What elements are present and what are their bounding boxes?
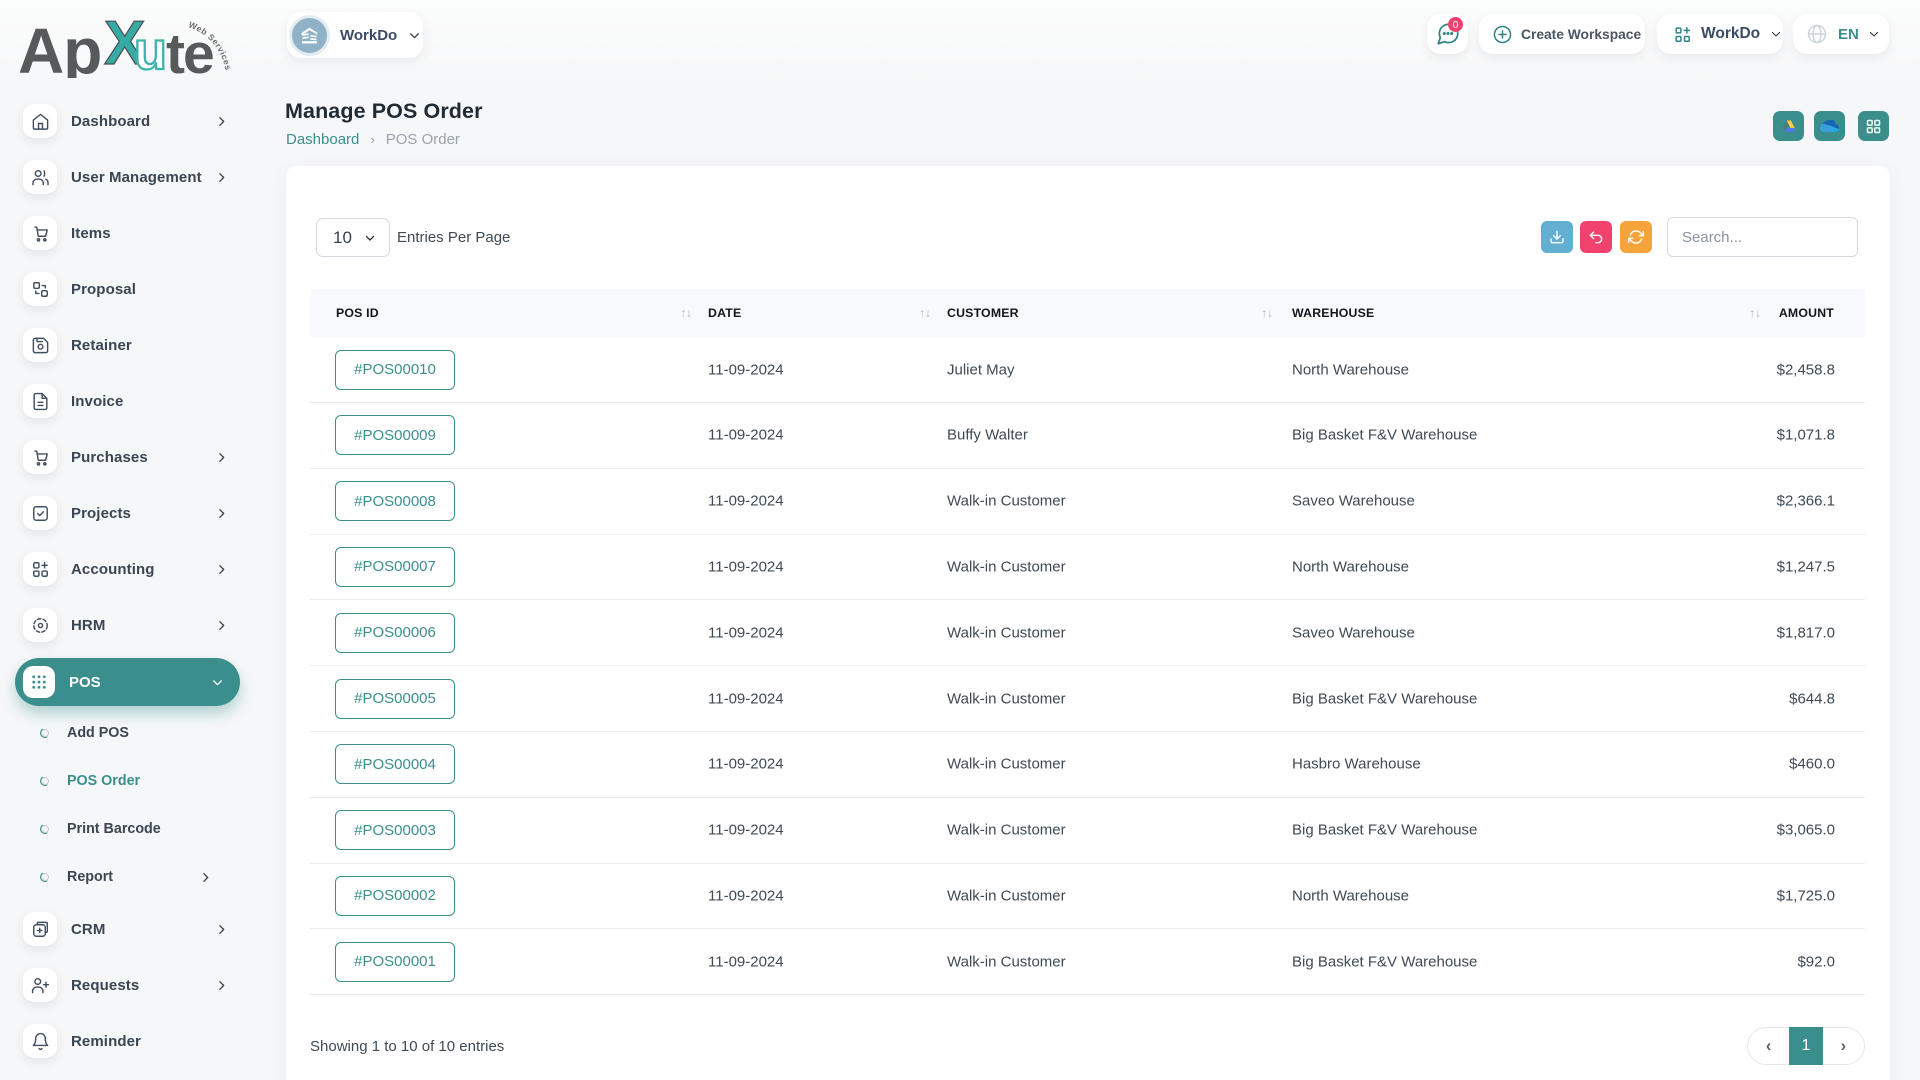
svg-text:u: u [134,21,167,78]
svg-text:Ap: Ap [20,15,101,78]
